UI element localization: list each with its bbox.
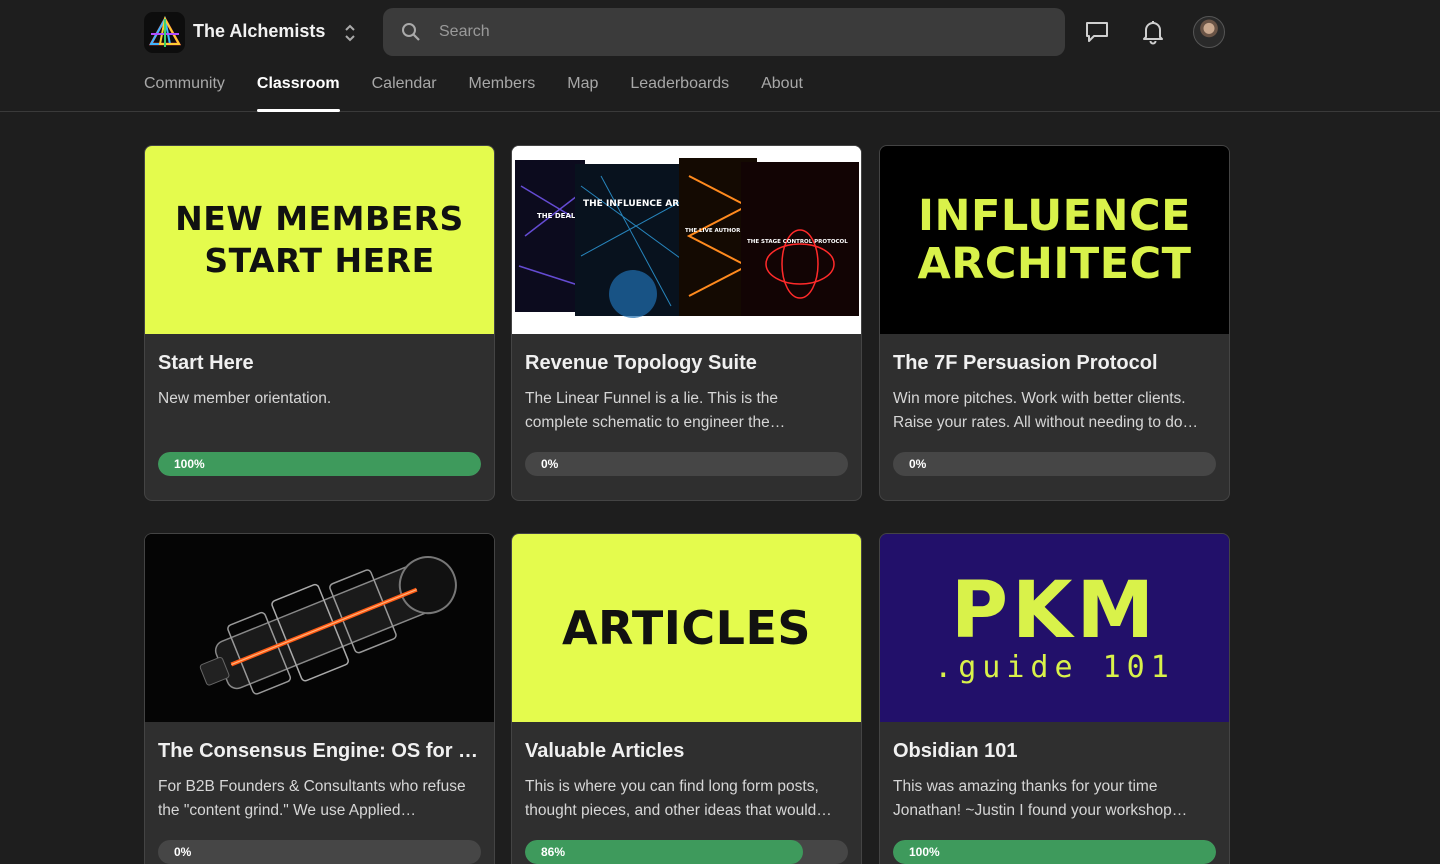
cover-text-line: ARTICLES <box>561 601 812 655</box>
course-title: The Consensus Engine: OS for Re… <box>158 740 481 762</box>
course-card[interactable]: PKM .guide 101 Obsidian 101 This was ama… <box>879 533 1230 864</box>
cover-text-line: NEW MEMBERS <box>175 199 464 238</box>
chat-button[interactable] <box>1083 18 1111 46</box>
cover-text-line: START HERE <box>204 241 435 280</box>
course-title: Obsidian 101 <box>893 740 1018 762</box>
course-card[interactable]: INFLUENCE ARCHITECT The 7F Persuasion Pr… <box>879 145 1230 501</box>
cover-text-line: ARCHITECT <box>917 239 1192 289</box>
progress-fill <box>893 840 1216 864</box>
progress-bar: 0% <box>525 452 848 476</box>
cover-text-line: .guide 101 <box>934 650 1175 685</box>
tab-members[interactable]: Members <box>469 72 536 112</box>
course-description: This was amazing thanks for your time Jo… <box>893 778 1188 819</box>
course-card[interactable]: THE DEAL ARCHITECT BLUEPRINT THE INFLUEN… <box>511 145 862 501</box>
tab-map[interactable]: Map <box>567 72 598 112</box>
progress-bar: 86% <box>525 840 848 864</box>
progress-fill <box>158 452 481 476</box>
course-title: Start Here <box>158 352 254 374</box>
tab-classroom[interactable]: Classroom <box>256 72 340 112</box>
tab-calendar[interactable]: Calendar <box>372 72 437 112</box>
course-cover <box>145 534 494 722</box>
course-card[interactable]: ARTICLES Valuable Articles This is where… <box>511 533 862 864</box>
course-title: Valuable Articles <box>525 740 685 762</box>
tab-about[interactable]: About <box>761 72 803 112</box>
progress-label: 0% <box>909 457 927 471</box>
progress-bar: 0% <box>893 452 1216 476</box>
course-description: Win more pitches. Work with better clien… <box>893 390 1199 431</box>
group-switcher-button[interactable] <box>340 20 360 46</box>
course-description: For B2B Founders & Consultants who refus… <box>158 778 466 819</box>
course-description: The Linear Funnel is a lie. This is the … <box>525 390 786 431</box>
engine-render-image <box>145 534 494 722</box>
book-title-text: THE STAGE CONTROL PROTOCOL <box>747 239 848 245</box>
progress-bar: 100% <box>158 452 481 476</box>
progress-bar: 100% <box>893 840 1216 864</box>
progress-label: 100% <box>909 845 940 859</box>
progress-label: 0% <box>174 845 192 859</box>
search-bar[interactable] <box>383 8 1065 56</box>
progress-label: 0% <box>541 457 559 471</box>
group-name[interactable]: The Alchemists <box>193 21 325 42</box>
course-cover: THE DEAL ARCHITECT BLUEPRINT THE INFLUEN… <box>512 146 861 334</box>
progress-label: 86% <box>541 845 566 859</box>
search-input[interactable] <box>439 23 1019 41</box>
course-description: This is where you can find long form pos… <box>525 778 832 819</box>
nav-tabs: Community Classroom Calendar Members Map… <box>144 72 835 112</box>
course-cover: PKM .guide 101 <box>880 534 1229 722</box>
course-cover: NEW MEMBERS START HERE <box>145 146 494 334</box>
progress-label: 100% <box>174 457 205 471</box>
course-title: The 7F Persuasion Protocol <box>893 352 1158 374</box>
course-description: New member orientation. <box>158 390 332 407</box>
book-collage-image: THE DEAL ARCHITECT BLUEPRINT THE INFLUEN… <box>512 146 861 334</box>
group-logo[interactable] <box>144 12 185 53</box>
cover-text-line: PKM <box>950 566 1159 656</box>
cover-text-line: INFLUENCE <box>918 191 1191 241</box>
progress-bar: 0% <box>158 840 481 864</box>
chat-icon <box>1086 22 1108 42</box>
top-header: The Alchemists Community Classroom Calen… <box>0 0 1440 112</box>
tab-leaderboards[interactable]: Leaderboards <box>630 72 729 112</box>
notifications-button[interactable] <box>1139 18 1167 46</box>
course-card[interactable]: NEW MEMBERS START HERE Start Here New me… <box>144 145 495 501</box>
user-avatar[interactable] <box>1193 16 1225 48</box>
course-cover: INFLUENCE ARCHITECT <box>880 146 1229 334</box>
chevron-up-down-icon <box>345 24 355 42</box>
tab-community[interactable]: Community <box>144 72 225 112</box>
book-title-text: THE LIVE AUTHOR <box>685 228 741 234</box>
course-card[interactable]: The Consensus Engine: OS for Re… For B2B… <box>144 533 495 864</box>
search-icon <box>402 23 420 41</box>
prism-logo-icon <box>148 15 181 47</box>
course-title: Revenue Topology Suite <box>525 352 757 374</box>
progress-fill <box>525 840 803 864</box>
course-cover: ARTICLES <box>512 534 861 722</box>
bell-icon <box>1143 21 1163 45</box>
